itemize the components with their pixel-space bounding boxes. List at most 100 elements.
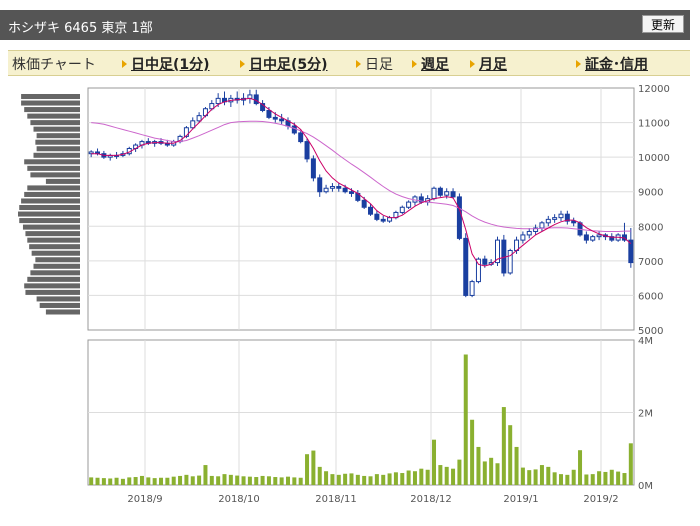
- price-tick-label: 12000: [638, 84, 670, 95]
- volume-bar: [190, 476, 195, 485]
- volume-bar: [222, 474, 227, 485]
- volume-tick-label: 2M: [638, 409, 653, 420]
- candle-body: [507, 249, 513, 274]
- volume-bar: [146, 477, 151, 485]
- candle-body: [304, 141, 310, 160]
- candle-body: [387, 217, 393, 222]
- volume-bar: [616, 471, 621, 485]
- volume-bar: [241, 476, 246, 485]
- volume-profile-bar: [31, 250, 80, 256]
- price-tick-label: 6000: [638, 291, 663, 302]
- stock-chart: 500060007000800090001000011000120000M2M4…: [18, 84, 670, 505]
- volume-profile-bar: [27, 237, 80, 243]
- volume-bar: [133, 477, 138, 485]
- volume-bar: [343, 473, 348, 485]
- candle-body: [539, 222, 545, 229]
- volume-bar: [628, 443, 633, 485]
- volume-bar: [165, 477, 170, 485]
- volume-bar: [279, 477, 284, 485]
- candle-body: [215, 97, 221, 105]
- candle-body: [552, 217, 558, 220]
- volume-bar: [495, 463, 500, 485]
- price-tick-label: 11000: [638, 119, 670, 130]
- volume-bar: [539, 465, 544, 485]
- candle-body: [526, 230, 532, 236]
- volume-bar: [368, 476, 373, 485]
- candle-body: [279, 118, 285, 122]
- volume-profile-bar: [25, 289, 80, 295]
- volume-bar: [317, 466, 322, 485]
- price-tick-label: 8000: [638, 222, 663, 233]
- volume-bar: [374, 474, 379, 485]
- volume-bar: [476, 446, 481, 485]
- volume-bar: [489, 457, 494, 485]
- candle-body: [374, 213, 380, 220]
- x-tick-label: 2019/1: [503, 494, 538, 505]
- volume-bar: [108, 478, 113, 485]
- candle-body: [272, 116, 278, 120]
- volume-profile-bar: [27, 185, 80, 191]
- volume-profile-bar: [24, 107, 80, 113]
- volume-bar: [533, 469, 538, 485]
- volume-profile-bar: [21, 100, 81, 106]
- candle-body: [456, 196, 462, 239]
- x-tick-label: 2018/11: [315, 494, 357, 505]
- volume-bar: [273, 477, 278, 485]
- candle-body: [348, 191, 354, 194]
- volume-bar: [520, 467, 525, 485]
- volume-bar: [298, 477, 303, 485]
- volume-bar: [197, 475, 202, 485]
- candle-body: [253, 94, 259, 105]
- volume-bar: [305, 454, 310, 485]
- candle-body: [571, 220, 577, 224]
- volume-profile-bar: [24, 283, 80, 289]
- volume-profile-bar: [45, 178, 80, 184]
- volume-bar: [209, 475, 214, 485]
- volume-profile-bar: [36, 296, 80, 302]
- volume-bar: [330, 474, 335, 485]
- volume-profile-bar: [25, 231, 80, 237]
- volume-profile-bar: [36, 146, 80, 152]
- price-tick-label: 9000: [638, 188, 663, 199]
- volume-bar: [425, 469, 430, 485]
- volume-bar: [254, 477, 259, 485]
- candle-body: [317, 177, 323, 193]
- candle-body: [329, 186, 335, 189]
- volume-bar: [597, 471, 602, 485]
- volume-bar: [527, 470, 532, 485]
- volume-bar: [311, 450, 316, 485]
- volume-profile-bar: [33, 152, 80, 158]
- volume-profile-bar: [27, 276, 80, 282]
- volume-bar: [247, 476, 252, 485]
- volume-bar: [444, 466, 449, 485]
- volume-bar: [235, 475, 240, 485]
- volume-bar: [216, 476, 221, 485]
- volume-profile-bar: [24, 191, 80, 197]
- volume-bar: [184, 474, 189, 485]
- volume-bar: [349, 473, 354, 485]
- volume-bar: [508, 425, 513, 485]
- volume-bar: [159, 477, 164, 485]
- volume-bar: [514, 446, 519, 485]
- volume-bar: [406, 470, 411, 485]
- volume-bar: [95, 477, 100, 485]
- candle-body: [596, 234, 602, 238]
- volume-bar: [603, 471, 608, 485]
- x-tick-label: 2019/2: [583, 494, 618, 505]
- volume-profile-bar: [27, 113, 80, 119]
- candle-body: [323, 187, 329, 193]
- candle-body: [545, 218, 551, 224]
- volume-bar: [457, 459, 462, 485]
- volume-bar: [89, 477, 94, 485]
- candle-body: [361, 199, 367, 208]
- volume-tick-label: 4M: [638, 336, 653, 347]
- candle-body: [590, 236, 596, 241]
- candle-body: [336, 186, 342, 189]
- volume-bar: [127, 477, 132, 485]
- volume-bar: [152, 478, 157, 485]
- x-tick-label: 2018/9: [127, 494, 162, 505]
- volume-bar: [412, 471, 417, 485]
- volume-profile-bar: [35, 139, 80, 145]
- volume-bar: [203, 465, 208, 485]
- candle-body: [342, 187, 348, 193]
